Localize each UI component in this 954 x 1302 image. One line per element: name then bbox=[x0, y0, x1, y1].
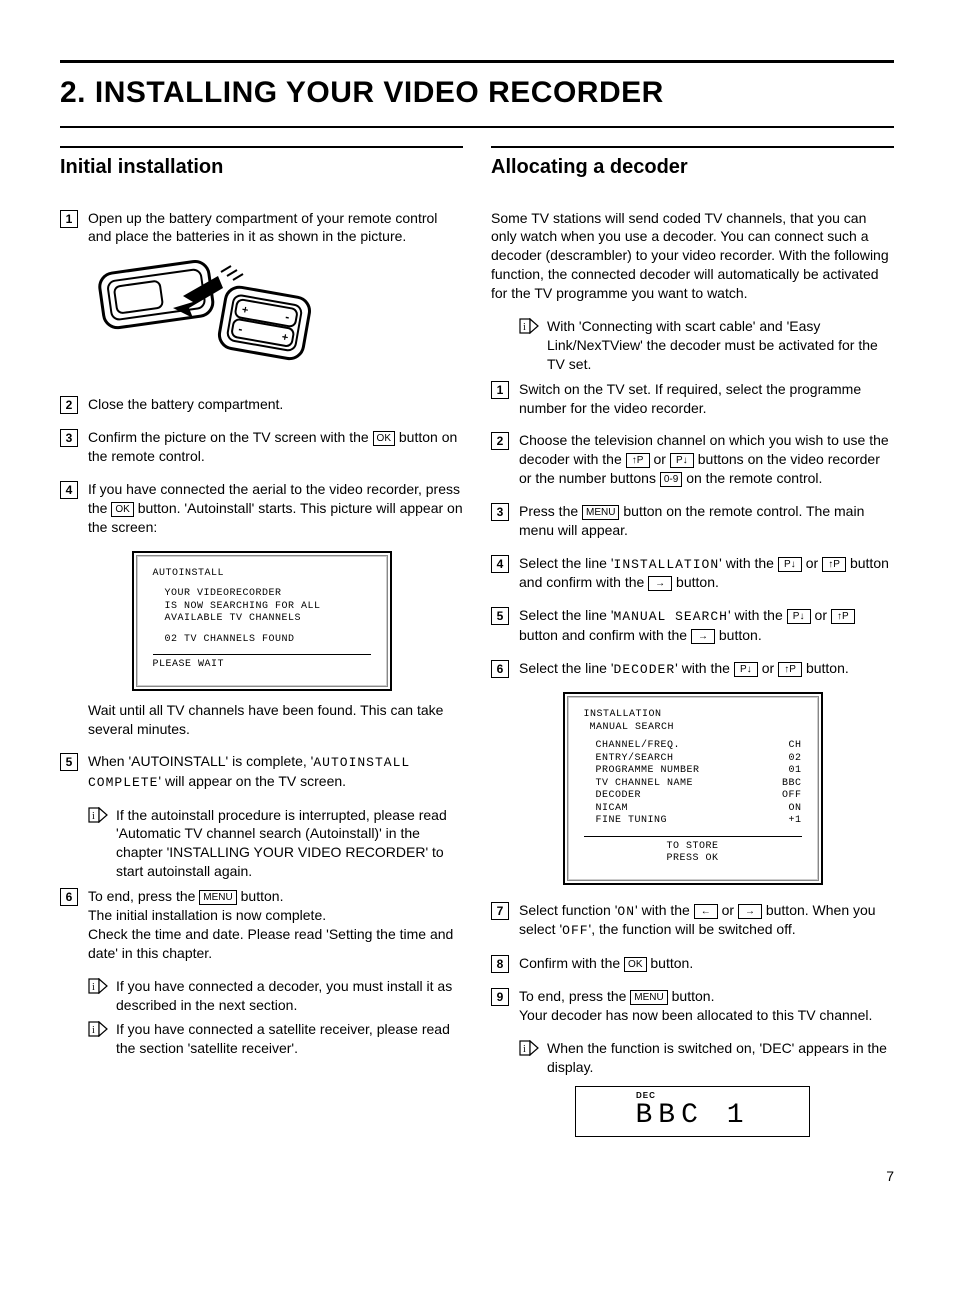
right-button-label: → bbox=[738, 904, 762, 919]
step-text: Press the MENU button on the remote cont… bbox=[519, 502, 894, 540]
step-number: 3 bbox=[491, 503, 509, 521]
tv-screen-autoinstall: AUTOINSTALL YOUR VIDEORECORDER IS NOW SE… bbox=[132, 551, 392, 691]
p-up-button-label: ↑P bbox=[778, 662, 802, 677]
tv-screen-manual-search: INSTALLATION MANUAL SEARCH CHANNEL/FREQ.… bbox=[563, 692, 823, 885]
step-text: Select function 'ON' with the ← or → but… bbox=[519, 901, 894, 940]
step-text: Confirm the picture on the TV screen wit… bbox=[88, 428, 463, 466]
ok-button-label: OK bbox=[111, 502, 133, 517]
step-text: To end, press the MENU button. The initi… bbox=[88, 887, 463, 963]
step-number: 2 bbox=[60, 396, 78, 414]
step-text: If you have connected the aerial to the … bbox=[88, 480, 463, 537]
vcr-display: DEC BBC 1 bbox=[575, 1086, 810, 1137]
info-icon: i bbox=[519, 318, 539, 374]
page-title: 2. INSTALLING YOUR VIDEO RECORDER bbox=[60, 60, 894, 128]
svg-text:i: i bbox=[92, 1025, 95, 1036]
step-number: 4 bbox=[60, 481, 78, 499]
step-number: 6 bbox=[491, 660, 509, 678]
right-button-label: → bbox=[648, 576, 672, 591]
info-icon: i bbox=[519, 1040, 539, 1077]
p-up-button-label: ↑P bbox=[626, 453, 650, 468]
svg-text:i: i bbox=[92, 811, 95, 822]
step-number: 6 bbox=[60, 888, 78, 906]
ok-button-label: OK bbox=[373, 431, 395, 446]
p-up-button-label: ↑P bbox=[831, 609, 855, 624]
tip-text: If you have connected a satellite receiv… bbox=[116, 1020, 463, 1058]
page-number: 7 bbox=[60, 1167, 894, 1186]
tip-text: When the function is switched on, 'DEC' … bbox=[547, 1039, 894, 1077]
heading-allocating-decoder: Allocating a decoder bbox=[491, 146, 894, 181]
menu-button-label: MENU bbox=[630, 990, 667, 1005]
p-down-button-label: P↓ bbox=[787, 609, 811, 624]
step-text: Wait until all TV channels have been fou… bbox=[88, 701, 463, 739]
col-initial-installation: Initial installation 1 Open up the batte… bbox=[60, 146, 463, 1138]
battery-illustration: + - - + bbox=[88, 260, 463, 375]
step-number: 1 bbox=[491, 381, 509, 399]
right-button-label: → bbox=[691, 629, 715, 644]
step-number: 8 bbox=[491, 955, 509, 973]
step-number: 4 bbox=[491, 555, 509, 573]
info-icon: i bbox=[88, 807, 108, 882]
digits-button-label: 0-9 bbox=[660, 472, 682, 487]
p-down-button-label: P↓ bbox=[670, 453, 694, 468]
menu-button-label: MENU bbox=[199, 890, 236, 905]
menu-button-label: MENU bbox=[582, 505, 619, 520]
heading-initial-installation: Initial installation bbox=[60, 146, 463, 181]
p-down-button-label: P↓ bbox=[734, 662, 758, 677]
step-text: Choose the television channel on which y… bbox=[519, 431, 894, 488]
step-text: When 'AUTOINSTALL' is complete, 'AUTOINS… bbox=[88, 752, 463, 791]
left-button-label: ← bbox=[694, 904, 718, 919]
tip-text: With 'Connecting with scart cable' and '… bbox=[547, 317, 894, 374]
info-icon: i bbox=[88, 978, 108, 1015]
step-text: Select the line 'DECODER' with the P↓ or… bbox=[519, 659, 894, 679]
step-text: To end, press the MENU button. Your deco… bbox=[519, 987, 894, 1025]
svg-text:i: i bbox=[92, 982, 95, 993]
intro-text: Some TV stations will send coded TV chan… bbox=[491, 209, 894, 303]
step-text: Confirm with the OK button. bbox=[519, 954, 894, 973]
step-number: 1 bbox=[60, 210, 78, 228]
svg-text:i: i bbox=[523, 322, 526, 333]
step-number: 3 bbox=[60, 429, 78, 447]
info-icon: i bbox=[88, 1021, 108, 1058]
step-number: 5 bbox=[60, 753, 78, 771]
p-up-button-label: ↑P bbox=[822, 557, 846, 572]
ok-button-label: OK bbox=[624, 957, 646, 972]
step-text: Close the battery compartment. bbox=[88, 395, 463, 414]
tip-text: If you have connected a decoder, you mus… bbox=[116, 977, 463, 1015]
step-text: Switch on the TV set. If required, selec… bbox=[519, 380, 894, 418]
step-text: Open up the battery compartment of your … bbox=[88, 209, 463, 247]
svg-text:i: i bbox=[523, 1044, 526, 1055]
step-number: 9 bbox=[491, 988, 509, 1006]
p-down-button-label: P↓ bbox=[778, 557, 802, 572]
step-number: 2 bbox=[491, 432, 509, 450]
step-text: Select the line 'INSTALLATION' with the … bbox=[519, 554, 894, 592]
col-allocating-decoder: Allocating a decoder Some TV stations wi… bbox=[491, 146, 894, 1138]
tip-text: If the autoinstall procedure is interrup… bbox=[116, 806, 463, 882]
step-number: 7 bbox=[491, 902, 509, 920]
step-text: Select the line 'MANUAL SEARCH' with the… bbox=[519, 606, 894, 644]
step-number: 5 bbox=[491, 607, 509, 625]
